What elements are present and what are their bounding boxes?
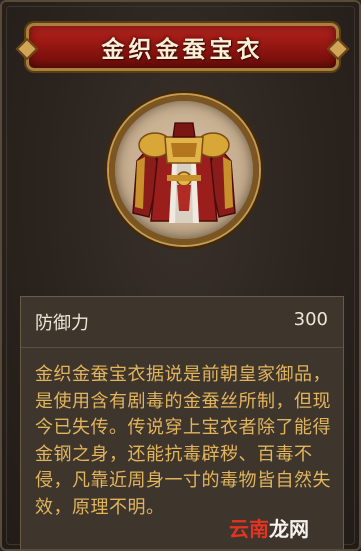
item-title: 金织金蚕宝衣 bbox=[101, 37, 264, 63]
stat-value: 300 bbox=[293, 309, 328, 330]
watermark-part2: 龙网 bbox=[269, 517, 309, 541]
stat-row-defense: 防御力 300 bbox=[21, 297, 343, 348]
item-description: 金织金蚕宝衣据说是前朝皇家御品，是使用含有剧毒的金蚕丝所制，但现今已失传。传说穿… bbox=[35, 364, 331, 518]
item-detail-panel: 金织金蚕宝衣 防御力 300 金织金蚕宝衣据说是前朝皇家御品，是使用含有剧毒的金… bbox=[0, 0, 361, 551]
item-portrait bbox=[109, 95, 259, 245]
stat-label: 防御力 bbox=[35, 313, 89, 334]
banner-ornament-left bbox=[15, 37, 39, 61]
banner-ornament-right bbox=[326, 37, 350, 61]
watermark-part1: 云南 bbox=[229, 517, 269, 541]
robe-armor-icon bbox=[132, 122, 236, 223]
title-banner: 金织金蚕宝衣 bbox=[15, 23, 350, 71]
watermark-logo: 云南龙网 bbox=[229, 513, 309, 542]
